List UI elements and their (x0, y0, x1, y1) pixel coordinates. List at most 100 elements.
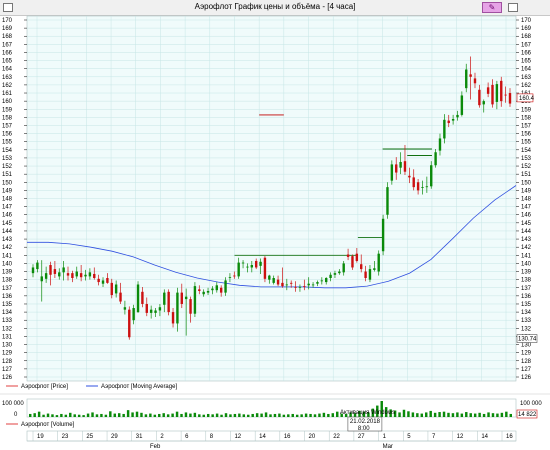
candle-body[interactable] (119, 292, 122, 302)
candle-body[interactable] (425, 186, 429, 188)
candle-body[interactable] (465, 69, 468, 89)
candle-body[interactable] (491, 84, 494, 105)
candle-body[interactable] (79, 273, 83, 278)
candle-body[interactable] (495, 84, 499, 102)
candle-body[interactable] (508, 93, 512, 104)
candle-body[interactable] (136, 284, 140, 313)
candle-body[interactable] (320, 280, 324, 282)
candle-body[interactable] (447, 120, 450, 124)
candle-body[interactable] (268, 275, 271, 280)
candle-body[interactable] (141, 291, 144, 304)
candle-body[interactable] (303, 286, 306, 287)
candle-body[interactable] (263, 257, 267, 279)
candle-body[interactable] (390, 164, 394, 181)
candle-body[interactable] (189, 299, 192, 314)
candle-body[interactable] (469, 74, 472, 77)
candle-body[interactable] (456, 114, 459, 118)
candle-body[interactable] (377, 253, 380, 272)
candle-body[interactable] (106, 278, 109, 283)
candle-body[interactable] (128, 309, 131, 338)
candle-body[interactable] (342, 263, 345, 273)
candle-body[interactable] (289, 282, 293, 284)
candle-body[interactable] (281, 282, 284, 287)
candle-body[interactable] (40, 276, 43, 282)
candle-body[interactable] (145, 303, 148, 313)
volume-legend-label[interactable]: Аэрофлот [Volume] (21, 422, 75, 428)
candle-body[interactable] (351, 256, 354, 268)
legend-label[interactable]: Аэрофлот [Moving Average] (101, 384, 177, 390)
candle-body[interactable] (333, 273, 337, 275)
candle-body[interactable] (228, 277, 232, 279)
candle-body[interactable] (294, 286, 297, 288)
candle-body[interactable] (246, 266, 249, 268)
candle-body[interactable] (364, 271, 367, 279)
legend-label[interactable]: Аэрофлот [Price] (21, 384, 68, 390)
candle-body[interactable] (101, 280, 105, 284)
candle-body[interactable] (219, 287, 223, 293)
candle-body[interactable] (373, 268, 376, 270)
candle-body[interactable] (486, 87, 490, 94)
candle-body[interactable] (171, 312, 175, 324)
candle-body[interactable] (110, 282, 113, 296)
candle-body[interactable] (360, 264, 363, 270)
candle-body[interactable] (276, 279, 280, 285)
candle-body[interactable] (416, 182, 420, 191)
candle-body[interactable] (62, 267, 65, 273)
candle-body[interactable] (412, 177, 415, 188)
candle-body[interactable] (403, 161, 407, 172)
candle-body[interactable] (381, 218, 385, 252)
candle-body[interactable] (71, 273, 74, 279)
candle-body[interactable] (254, 260, 258, 268)
candle-body[interactable] (324, 278, 328, 283)
candle-body[interactable] (298, 286, 302, 288)
candle-body[interactable] (211, 288, 214, 291)
candle-body[interactable] (386, 187, 389, 215)
candle-body[interactable] (368, 269, 372, 280)
candle-body[interactable] (434, 152, 437, 166)
candle-body[interactable] (504, 94, 507, 96)
candle-body[interactable] (478, 89, 481, 106)
candle-body[interactable] (237, 262, 240, 277)
candle-body[interactable] (149, 309, 153, 313)
candle-body[interactable] (395, 164, 398, 173)
candle-body[interactable] (346, 254, 350, 257)
candle-body[interactable] (307, 283, 310, 286)
candle-body[interactable] (53, 269, 57, 274)
candle-body[interactable] (316, 282, 319, 284)
candle-body[interactable] (132, 308, 135, 321)
candle-body[interactable] (184, 296, 188, 300)
candle-body[interactable] (438, 138, 442, 151)
candle-body[interactable] (224, 280, 227, 293)
candle-body[interactable] (154, 310, 157, 313)
candle-body[interactable] (180, 292, 183, 304)
candle-body[interactable] (193, 286, 197, 314)
candle-body[interactable] (460, 95, 464, 115)
candle-body[interactable] (408, 175, 411, 178)
candle-body[interactable] (75, 271, 78, 277)
candle-body[interactable] (167, 291, 170, 313)
candle-body[interactable] (233, 275, 236, 277)
candle-body[interactable] (500, 80, 503, 102)
candle-body[interactable] (272, 278, 275, 283)
candle-body[interactable] (443, 119, 446, 139)
candle-body[interactable] (44, 273, 48, 279)
candle-body[interactable] (93, 273, 96, 279)
candle-body[interactable] (123, 307, 127, 310)
candle-body[interactable] (176, 292, 179, 324)
price-volume-chart[interactable]: 170 170 169 169 168 168 167 167 166 166 165 165 164 1… (0, 0, 550, 450)
candle-body[interactable] (329, 274, 332, 279)
candle-body[interactable] (163, 292, 166, 305)
candle-body[interactable] (66, 273, 70, 276)
candle-body[interactable] (84, 274, 87, 277)
candle-body[interactable] (241, 262, 245, 264)
candle-body[interactable] (58, 272, 61, 277)
candle-body[interactable] (473, 78, 477, 84)
candle-body[interactable] (202, 291, 205, 295)
candle-body[interactable] (451, 118, 455, 121)
candle-body[interactable] (399, 161, 402, 168)
candle-body[interactable] (338, 271, 341, 274)
candle-body[interactable] (259, 261, 262, 266)
candle-body[interactable] (311, 284, 315, 286)
candle-body[interactable] (250, 265, 254, 268)
candle-body[interactable] (430, 165, 433, 187)
